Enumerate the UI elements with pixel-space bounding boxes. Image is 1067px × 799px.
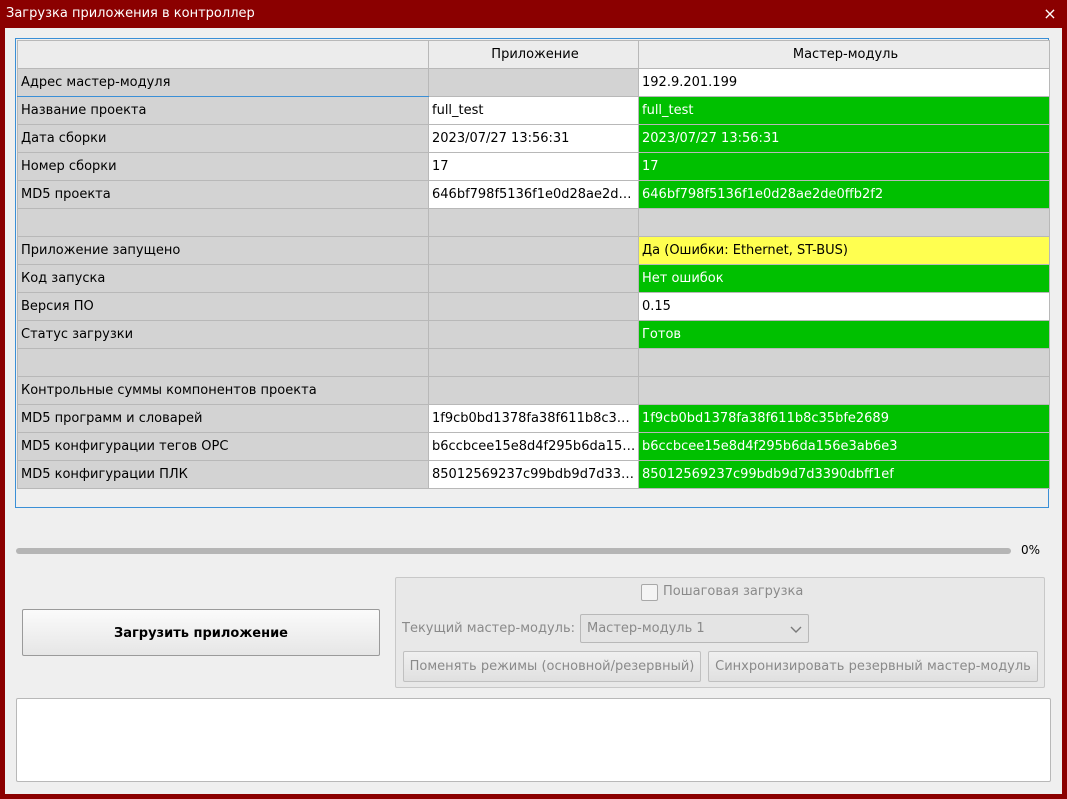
header-label — [17, 40, 429, 69]
table-row[interactable]: Дата сборки 2023/07/27 13:56:31 2023/07/27… — [17, 124, 1050, 153]
master-value[interactable]: 2023/07/27 13:56:31 — [638, 124, 1050, 153]
log-output[interactable] — [16, 698, 1051, 782]
master-value[interactable]: full_test — [638, 96, 1050, 125]
application-value[interactable] — [428, 208, 639, 237]
row-label[interactable]: Статус загрузки — [17, 320, 429, 349]
master-value[interactable]: Нет ошибок — [638, 264, 1050, 293]
current-master-value: Мастер-модуль 1 — [587, 621, 705, 636]
table-row[interactable]: Код запуска Нет ошибок — [17, 264, 1050, 293]
row-label[interactable] — [17, 208, 429, 237]
table-row[interactable]: MD5 конфигурации ПЛК 85012569237c99bdb9d7… — [17, 460, 1050, 489]
row-label[interactable]: Версия ПО — [17, 292, 429, 321]
master-value[interactable] — [638, 208, 1050, 237]
master-value[interactable]: 1f9cb0bd1378fa38f611b8c35bfe2689 — [638, 404, 1050, 433]
application-value[interactable] — [428, 348, 639, 377]
application-value[interactable] — [428, 292, 639, 321]
upload-options-group: Пошаговая загрузка Текущий мастер-модуль… — [395, 577, 1045, 688]
table-row[interactable] — [17, 348, 1050, 377]
application-value[interactable] — [428, 236, 639, 265]
application-value[interactable]: 2023/07/27 13:56:31 — [428, 124, 639, 153]
application-value[interactable]: 1f9cb0bd1378fa38f611b8c35bfe2689 — [428, 404, 639, 433]
table-row[interactable]: Приложение запущено Да (Ошибки: Ethernet,… — [17, 236, 1050, 265]
current-master-label: Текущий мастер-модуль: — [402, 621, 575, 636]
window-title: Загрузка приложения в контроллер — [6, 6, 255, 21]
master-value[interactable]: Готов — [638, 320, 1050, 349]
master-value[interactable]: 0.15 — [638, 292, 1050, 321]
application-value[interactable]: 646bf798f5136f1e0d28ae2de0ffb2f2 — [428, 180, 639, 209]
comparison-table[interactable]: Приложение Мастер-модуль Адрес мастер-мо… — [15, 38, 1050, 508]
row-label[interactable]: Название проекта — [17, 96, 429, 125]
table-row[interactable]: Название проекта full_test full_test — [17, 96, 1050, 125]
master-value[interactable]: 192.9.201.199 — [638, 68, 1050, 97]
row-label[interactable]: MD5 проекта — [17, 180, 429, 209]
row-label[interactable]: Контрольные суммы компонентов проекта — [17, 376, 429, 405]
sync-backup-button[interactable]: Синхронизировать резервный мастер-модуль — [708, 651, 1038, 682]
row-label[interactable]: MD5 конфигурации тегов OPC — [17, 432, 429, 461]
row-label[interactable] — [17, 348, 429, 377]
progress-percent: 0% — [1021, 543, 1041, 557]
table-row[interactable]: Статус загрузки Готов — [17, 320, 1050, 349]
row-label[interactable]: Код запуска — [17, 264, 429, 293]
table-row[interactable]: Контрольные суммы компонентов проекта — [17, 376, 1050, 405]
swap-modes-button[interactable]: Поменять режимы (основной/резервный) — [403, 651, 701, 682]
chevron-down-icon — [790, 619, 802, 643]
master-value[interactable]: 646bf798f5136f1e0d28ae2de0ffb2f2 — [638, 180, 1050, 209]
row-label[interactable]: Номер сборки — [17, 152, 429, 181]
table-row[interactable]: MD5 конфигурации тегов OPC b6ccbcee15e8d4… — [17, 432, 1050, 461]
step-upload-checkbox[interactable] — [641, 584, 658, 601]
table-row[interactable]: MD5 программ и словарей 1f9cb0bd1378fa38f… — [17, 404, 1050, 433]
master-value[interactable]: b6ccbcee15e8d4f295b6da156e3ab6e3 — [638, 432, 1050, 461]
row-label[interactable]: MD5 конфигурации ПЛК — [17, 460, 429, 489]
header-master-module: Мастер-модуль — [638, 40, 1050, 69]
table-row[interactable]: Адрес мастер-модуля 192.9.201.199 — [17, 68, 1050, 97]
master-value[interactable] — [638, 348, 1050, 377]
row-label[interactable]: Дата сборки — [17, 124, 429, 153]
row-label[interactable]: Приложение запущено — [17, 236, 429, 265]
close-icon[interactable]: × — [1043, 0, 1057, 28]
table-row[interactable] — [17, 208, 1050, 237]
application-value[interactable] — [428, 320, 639, 349]
master-value[interactable]: Да (Ошибки: Ethernet, ST-BUS) — [638, 236, 1050, 265]
master-value[interactable]: 17 — [638, 152, 1050, 181]
application-value[interactable] — [428, 376, 639, 405]
upload-progress-bar — [16, 548, 1011, 554]
upload-app-button[interactable]: Загрузить приложение — [22, 609, 380, 656]
table-row[interactable]: MD5 проекта646bf798f5136f1e0d28ae2de0ffb… — [17, 180, 1050, 209]
table-row[interactable]: Версия ПО 0.15 — [17, 292, 1050, 321]
header-application: Приложение — [428, 40, 639, 69]
application-value[interactable]: full_test — [428, 96, 639, 125]
application-value[interactable]: b6ccbcee15e8d4f295b6da156e3ab6e3 — [428, 432, 639, 461]
upload-dialog: Загрузка приложения в контроллер × Прило… — [0, 0, 1067, 799]
row-label[interactable]: Адрес мастер-модуля — [17, 68, 429, 97]
table-header-row: Приложение Мастер-модуль — [17, 40, 1050, 69]
application-value[interactable]: 85012569237c99bdb9d7d3390dbff1ef — [428, 460, 639, 489]
row-label[interactable]: MD5 программ и словарей — [17, 404, 429, 433]
dialog-body: Приложение Мастер-модуль Адрес мастер-мо… — [5, 28, 1062, 794]
application-value[interactable] — [428, 68, 639, 97]
current-master-select[interactable]: Мастер-модуль 1 — [580, 614, 809, 643]
application-value[interactable]: 17 — [428, 152, 639, 181]
table-row[interactable]: Номер сборки 17 17 — [17, 152, 1050, 181]
master-value[interactable]: 85012569237c99bdb9d7d3390dbff1ef — [638, 460, 1050, 489]
comparison-grid: Приложение Мастер-модуль Адрес мастер-мо… — [17, 40, 1050, 489]
step-upload-label: Пошаговая загрузка — [663, 584, 804, 599]
application-value[interactable] — [428, 264, 639, 293]
master-value[interactable] — [638, 376, 1050, 405]
title-bar: Загрузка приложения в контроллер × — [0, 0, 1067, 28]
